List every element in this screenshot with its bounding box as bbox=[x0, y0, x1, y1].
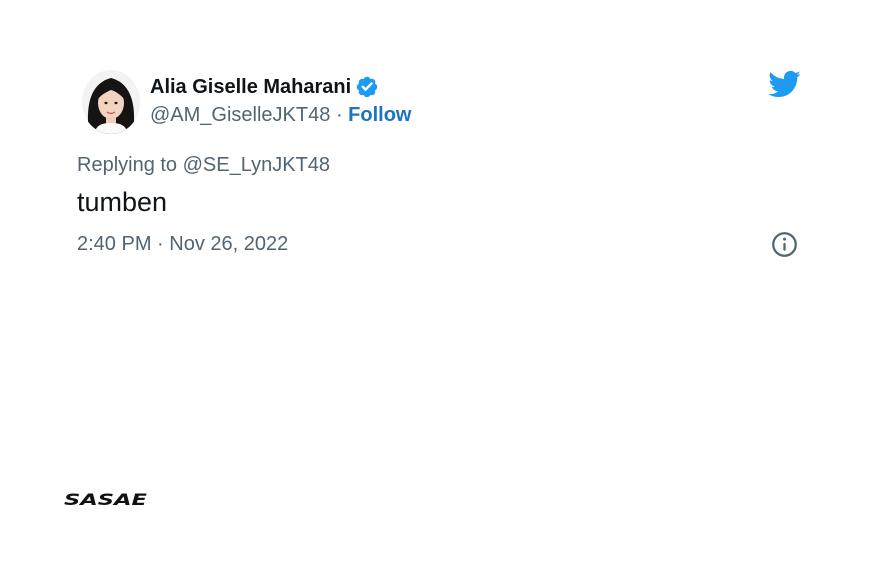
twitter-bird-icon[interactable] bbox=[767, 69, 801, 99]
display-name[interactable]: Alia Giselle Maharani bbox=[150, 75, 351, 99]
verified-badge-icon bbox=[356, 76, 378, 98]
follow-button[interactable]: Follow bbox=[348, 104, 411, 126]
reply-to-handle[interactable]: @SE_LynJKT48 bbox=[183, 154, 330, 176]
handle-separator: · bbox=[335, 104, 343, 126]
sasae-logo: SASAE bbox=[64, 490, 147, 509]
reply-prefix: Replying to bbox=[77, 154, 178, 176]
tweet-timestamp[interactable]: 2:40 PM · Nov 26, 2022 bbox=[77, 232, 288, 256]
avatar[interactable] bbox=[82, 70, 140, 134]
handle-row: @AM_GiselleJKT48 · Follow bbox=[150, 103, 412, 127]
reply-context: Replying to @SE_LynJKT48 bbox=[77, 153, 330, 177]
author-handle[interactable]: @AM_GiselleJKT48 bbox=[150, 104, 330, 126]
tweet-text: tumben bbox=[77, 187, 168, 217]
avatar-image bbox=[82, 70, 140, 134]
svg-text:SASAE: SASAE bbox=[64, 490, 147, 509]
info-circle-icon[interactable] bbox=[771, 231, 798, 258]
